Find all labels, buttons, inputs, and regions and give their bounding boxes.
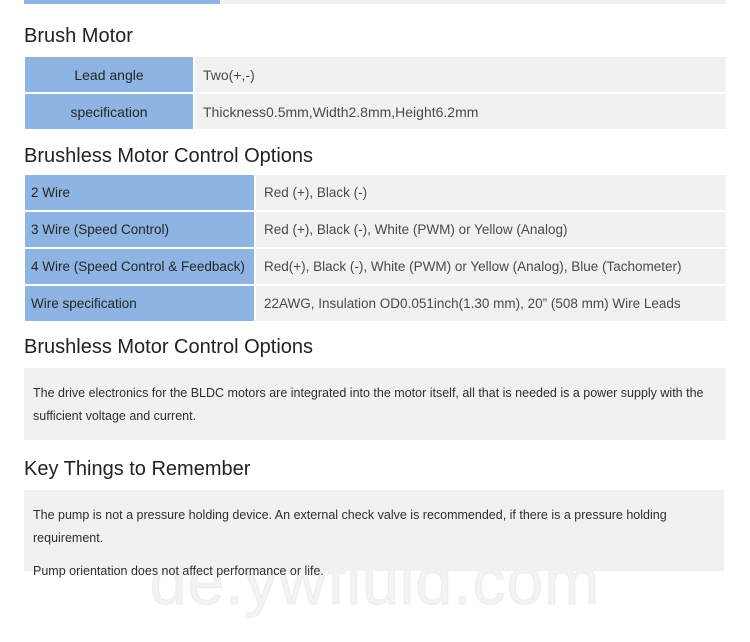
heading-key-things: Key Things to Remember <box>24 458 251 480</box>
table-row: 2 Wire Red (+), Black (-) <box>25 175 726 210</box>
heading-brush-motor: Brush Motor <box>24 25 133 47</box>
table-row: specification Thickness0.5mm,Width2.8mm,… <box>25 94 726 129</box>
document-page: de.ywfluid.com Brush Motor Lead angle Tw… <box>0 0 750 642</box>
cell-label: 2 Wire <box>25 175 254 210</box>
table-row: Wire specification 22AWG, Insulation OD0… <box>25 286 726 321</box>
table-brushless-options: 2 Wire Red (+), Black (-) 3 Wire (Speed … <box>23 173 728 323</box>
note-paragraph: Pump orientation does not affect perform… <box>33 564 324 578</box>
table-row: 4 Wire (Speed Control & Feedback) Red(+)… <box>25 249 726 284</box>
table-row: Lead angle Two(+,-) <box>25 57 726 92</box>
cell-label: specification <box>25 94 193 129</box>
note-box-key-things: The pump is not a pressure holding devic… <box>24 490 724 578</box>
cell-value: Red (+), Black (-) <box>256 175 726 210</box>
partial-row-label-cell <box>24 0 220 4</box>
cell-value: Red (+), Black (-), White (PWM) or Yello… <box>256 212 726 247</box>
cell-value: Thickness0.5mm,Width2.8mm,Height6.2mm <box>195 94 726 129</box>
cell-value: Red(+), Black (-), White (PWM) or Yellow… <box>256 249 726 284</box>
note-box-bldc: The drive electronics for the BLDC motor… <box>24 368 726 440</box>
cell-label: 3 Wire (Speed Control) <box>25 212 254 247</box>
table-row: 3 Wire (Speed Control) Red (+), Black (-… <box>25 212 726 247</box>
cell-value: 22AWG, Insulation OD0.051inch(1.30 mm), … <box>256 286 726 321</box>
cell-label: Wire specification <box>25 286 254 321</box>
cell-label: Lead angle <box>25 57 193 92</box>
note-paragraph: The pump is not a pressure holding devic… <box>33 508 667 545</box>
note-paragraph: The drive electronics for the BLDC motor… <box>33 386 704 423</box>
table-brush-motor: Lead angle Two(+,-) specification Thickn… <box>23 55 728 131</box>
cell-value: Two(+,-) <box>195 57 726 92</box>
cell-label: 4 Wire (Speed Control & Feedback) <box>25 249 254 284</box>
heading-brushless-options-table: Brushless Motor Control Options <box>24 145 314 167</box>
partial-table-row-top <box>0 0 750 5</box>
partial-row-value-cell <box>221 0 726 4</box>
heading-brushless-options-note: Brushless Motor Control Options <box>24 336 314 358</box>
